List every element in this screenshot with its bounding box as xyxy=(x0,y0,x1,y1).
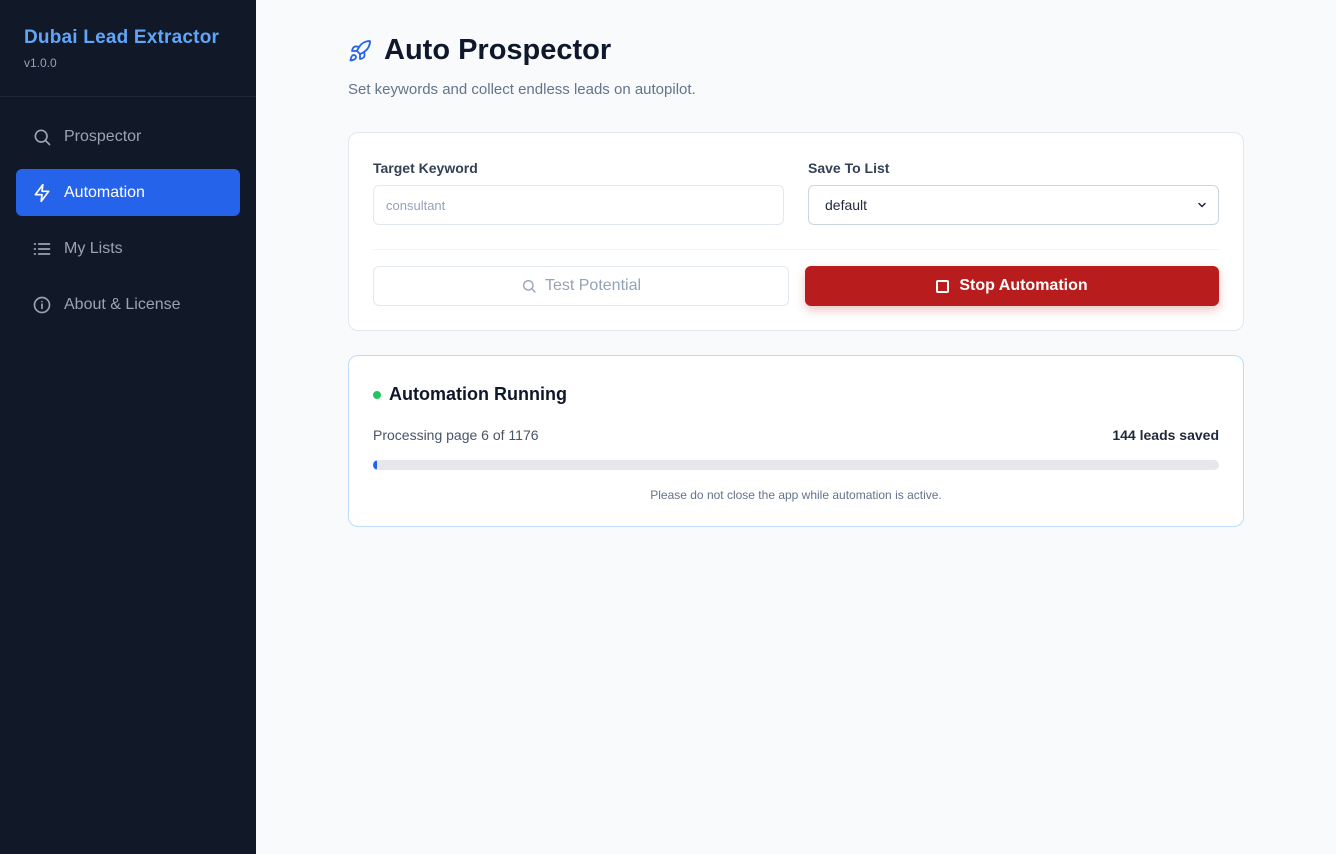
info-icon xyxy=(32,295,52,315)
page-header: Auto Prospector Set keywords and collect… xyxy=(348,34,696,98)
list-icon xyxy=(32,239,52,259)
zap-icon xyxy=(32,183,52,203)
sidebar-nav: Prospector Automation My Lists About & L… xyxy=(0,97,256,353)
sidebar-item-label: My Lists xyxy=(64,239,123,257)
list-select[interactable]: default xyxy=(808,185,1219,225)
automation-status-card: Automation Running Processing page 6 of … xyxy=(348,355,1244,527)
sidebar-item-label: Automation xyxy=(64,183,145,201)
status-title: Automation Running xyxy=(389,384,567,404)
page-title: Auto Prospector xyxy=(384,34,612,66)
title-row: Auto Prospector xyxy=(348,34,696,67)
stop-automation-button[interactable]: Stop Automation xyxy=(805,266,1219,306)
main-content: Auto Prospector Set keywords and collect… xyxy=(256,0,1336,854)
sidebar-item-automation[interactable]: Automation xyxy=(16,169,240,216)
sidebar-item-label: About & License xyxy=(64,295,181,313)
list-field-group: Save To List default xyxy=(808,160,1219,225)
sidebar-item-label: Prospector xyxy=(64,127,142,145)
stop-automation-label: Stop Automation xyxy=(959,277,1088,294)
brand: Dubai Lead Extractor v1.0.0 xyxy=(0,0,256,97)
list-label: Save To List xyxy=(808,160,890,176)
leads-saved-count: 144 leads saved xyxy=(1112,427,1219,443)
sidebar: Dubai Lead Extractor v1.0.0 Prospector A… xyxy=(0,0,256,854)
stop-square-icon xyxy=(936,279,950,293)
sidebar-item-about-license[interactable]: About & License xyxy=(16,281,240,328)
app-version: v1.0.0 xyxy=(24,56,57,70)
keyword-value: consultant xyxy=(386,197,446,213)
test-potential-button[interactable]: Test Potential xyxy=(373,266,789,306)
list-selected-value: default xyxy=(825,197,868,213)
sidebar-item-prospector[interactable]: Prospector xyxy=(16,113,240,160)
divider xyxy=(373,249,1219,250)
status-header: Automation Running xyxy=(373,384,567,405)
sidebar-item-my-lists[interactable]: My Lists xyxy=(16,225,240,272)
keyword-input[interactable]: consultant xyxy=(373,185,784,225)
page-subtitle: Set keywords and collect endless leads o… xyxy=(348,81,696,98)
search-icon xyxy=(522,280,536,293)
keyword-label: Target Keyword xyxy=(373,160,478,176)
progress-bar-fill xyxy=(373,460,378,470)
progress-text: Processing page 6 of 1176 xyxy=(373,427,539,443)
test-potential-label: Test Potential xyxy=(544,277,642,294)
keyword-field-group: Target Keyword consultant xyxy=(373,160,784,225)
running-status-dot xyxy=(373,390,381,399)
status-note: Please do not close the app while automa… xyxy=(650,488,942,502)
automation-config-card: Target Keyword consultant Save To List d… xyxy=(348,132,1244,331)
search-icon xyxy=(32,127,52,147)
rocket-icon xyxy=(349,39,371,61)
app-title: Dubai Lead Extractor xyxy=(24,27,220,48)
chevron-down-icon xyxy=(1198,202,1206,208)
progress-bar xyxy=(373,460,1219,470)
